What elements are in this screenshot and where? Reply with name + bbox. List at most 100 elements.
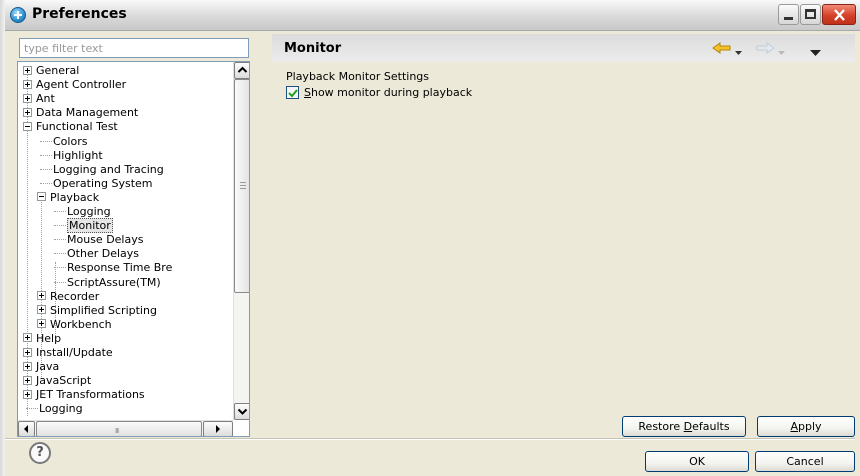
expand-icon[interactable] — [23, 389, 32, 399]
tree-item[interactable]: Logging and Tracing — [40, 163, 164, 177]
tree-item[interactable]: Operating System — [40, 177, 153, 191]
expand-icon[interactable] — [23, 93, 32, 103]
tree-item-label: Operating System — [53, 176, 153, 190]
tree-item[interactable]: Simplified Scripting — [37, 304, 157, 318]
page-title: Monitor — [284, 41, 342, 56]
tree-vertical-scrollbar[interactable] — [233, 62, 249, 420]
view-menu-button[interactable] — [810, 46, 821, 59]
maximize-button[interactable] — [800, 4, 821, 25]
tree-item[interactable]: Install/Update — [23, 346, 113, 360]
tree-item[interactable]: General — [23, 64, 79, 78]
cancel-button[interactable]: Cancel — [755, 451, 855, 472]
tree-item[interactable]: Logging — [54, 205, 111, 219]
back-arrow-icon — [712, 42, 731, 54]
mnemonic-letter: S — [304, 86, 311, 99]
chevron-up-icon — [237, 66, 248, 73]
forward-button[interactable] — [755, 42, 775, 57]
tree-item-label: Agent Controller — [36, 78, 127, 92]
tree-item[interactable]: Playback — [37, 191, 99, 205]
tree-connector-line — [40, 140, 52, 143]
tree-item[interactable]: Plug-in Development — [23, 417, 151, 418]
show-monitor-checkbox[interactable] — [286, 86, 299, 99]
tree-item[interactable]: Java — [23, 360, 59, 374]
title-bar[interactable]: Preferences — [5, 0, 860, 31]
tree-item-label: Highlight — [53, 148, 103, 162]
forward-arrow-icon — [756, 42, 775, 54]
tree-item-label: Logging — [39, 402, 83, 416]
vertical-scroll-thumb[interactable] — [234, 79, 249, 293]
tree-item[interactable]: Workbench — [37, 318, 112, 332]
horizontal-scroll-thumb[interactable]: III — [36, 421, 202, 436]
view-menu-icon — [810, 50, 821, 56]
tree-item[interactable]: ScriptAssure(TM) — [54, 276, 161, 290]
tree-item-label: Plug-in Development — [36, 417, 151, 418]
expand-icon[interactable] — [23, 79, 32, 89]
chevron-left-icon — [24, 425, 28, 433]
expand-icon[interactable] — [37, 291, 46, 301]
expand-icon[interactable] — [23, 107, 32, 117]
show-monitor-label[interactable]: Show monitor during playback — [304, 86, 472, 99]
preference-tree-panel: General Agent Controller Ant Data Managemen… — [17, 61, 250, 437]
restore-defaults-button[interactable]: Restore Defaults — [622, 416, 746, 437]
expand-icon[interactable] — [37, 319, 46, 329]
expand-icon[interactable] — [23, 65, 32, 75]
ok-button[interactable]: OK — [645, 451, 749, 472]
tree-item[interactable]: Functional Test — [23, 120, 118, 134]
tree-item[interactable]: JET Transformations — [23, 388, 145, 402]
tree-connector-line — [26, 408, 38, 410]
filter-input[interactable] — [19, 38, 249, 58]
page-header: Monitor — [272, 34, 855, 62]
tree-item[interactable]: Logging — [26, 402, 83, 416]
tree-connector-line — [54, 225, 66, 227]
help-icon[interactable]: ? — [29, 442, 51, 464]
minimize-button[interactable] — [778, 4, 799, 25]
tree-item[interactable]: Highlight — [40, 149, 103, 163]
tree-item[interactable]: Agent Controller — [23, 78, 126, 92]
tree-item-label: ScriptAssure(TM) — [67, 275, 161, 289]
scroll-right-button[interactable] — [203, 421, 233, 436]
tree-connector-line — [40, 168, 52, 171]
tree-item-label: Ant — [36, 92, 55, 106]
apply-button[interactable]: Apply — [757, 416, 855, 437]
close-button[interactable] — [822, 4, 856, 25]
back-button[interactable] — [712, 42, 732, 57]
expand-icon[interactable] — [23, 375, 32, 385]
grip-line — [240, 188, 246, 189]
minimize-icon — [784, 17, 793, 20]
preference-tree: General Agent Controller Ant Data Managemen… — [18, 62, 233, 417]
expand-icon[interactable] — [23, 333, 32, 343]
tree-item[interactable]: Ant — [23, 92, 55, 106]
tree-item[interactable]: Colors — [40, 135, 87, 149]
forward-history-menu[interactable] — [778, 46, 785, 59]
back-history-menu[interactable] — [735, 46, 742, 59]
tree-item-label: Other Delays — [67, 247, 140, 261]
expand-icon[interactable] — [37, 305, 46, 315]
tree-item[interactable]: Help — [23, 332, 61, 346]
mnemonic-letter: D — [683, 420, 693, 433]
tree-item[interactable]: Recorder — [37, 290, 99, 304]
tree-item-label: Mouse Delays — [67, 233, 144, 247]
tree-item-label: Data Management — [36, 106, 139, 120]
expand-icon[interactable] — [23, 347, 32, 357]
tree-item-label: Java — [36, 360, 60, 374]
close-icon — [834, 9, 845, 21]
tree-item[interactable]: Monitor — [54, 218, 113, 234]
tree-item-label: Install/Update — [36, 346, 113, 359]
tree-item[interactable]: Other Delays — [54, 247, 139, 261]
scroll-up-button[interactable] — [234, 62, 249, 79]
tree-horizontal-scrollbar[interactable]: III — [18, 420, 233, 436]
footer-separator — [5, 438, 855, 440]
tree-item-label: Playback — [50, 190, 100, 204]
collapse-icon[interactable] — [37, 192, 46, 202]
grip-line — [240, 185, 246, 186]
tree-item[interactable]: Response Time Bre — [54, 261, 172, 275]
expand-icon[interactable] — [23, 361, 32, 371]
tree-item[interactable]: Data Management — [23, 106, 138, 120]
scroll-down-button[interactable] — [234, 403, 249, 420]
scroll-left-button[interactable] — [18, 421, 35, 436]
tree-item[interactable]: JavaScript — [23, 374, 91, 388]
tree-connector-line — [40, 154, 52, 157]
tree-item[interactable]: Mouse Delays — [54, 233, 143, 247]
collapse-icon[interactable] — [23, 121, 32, 131]
section-label: Playback Monitor Settings — [286, 70, 430, 83]
